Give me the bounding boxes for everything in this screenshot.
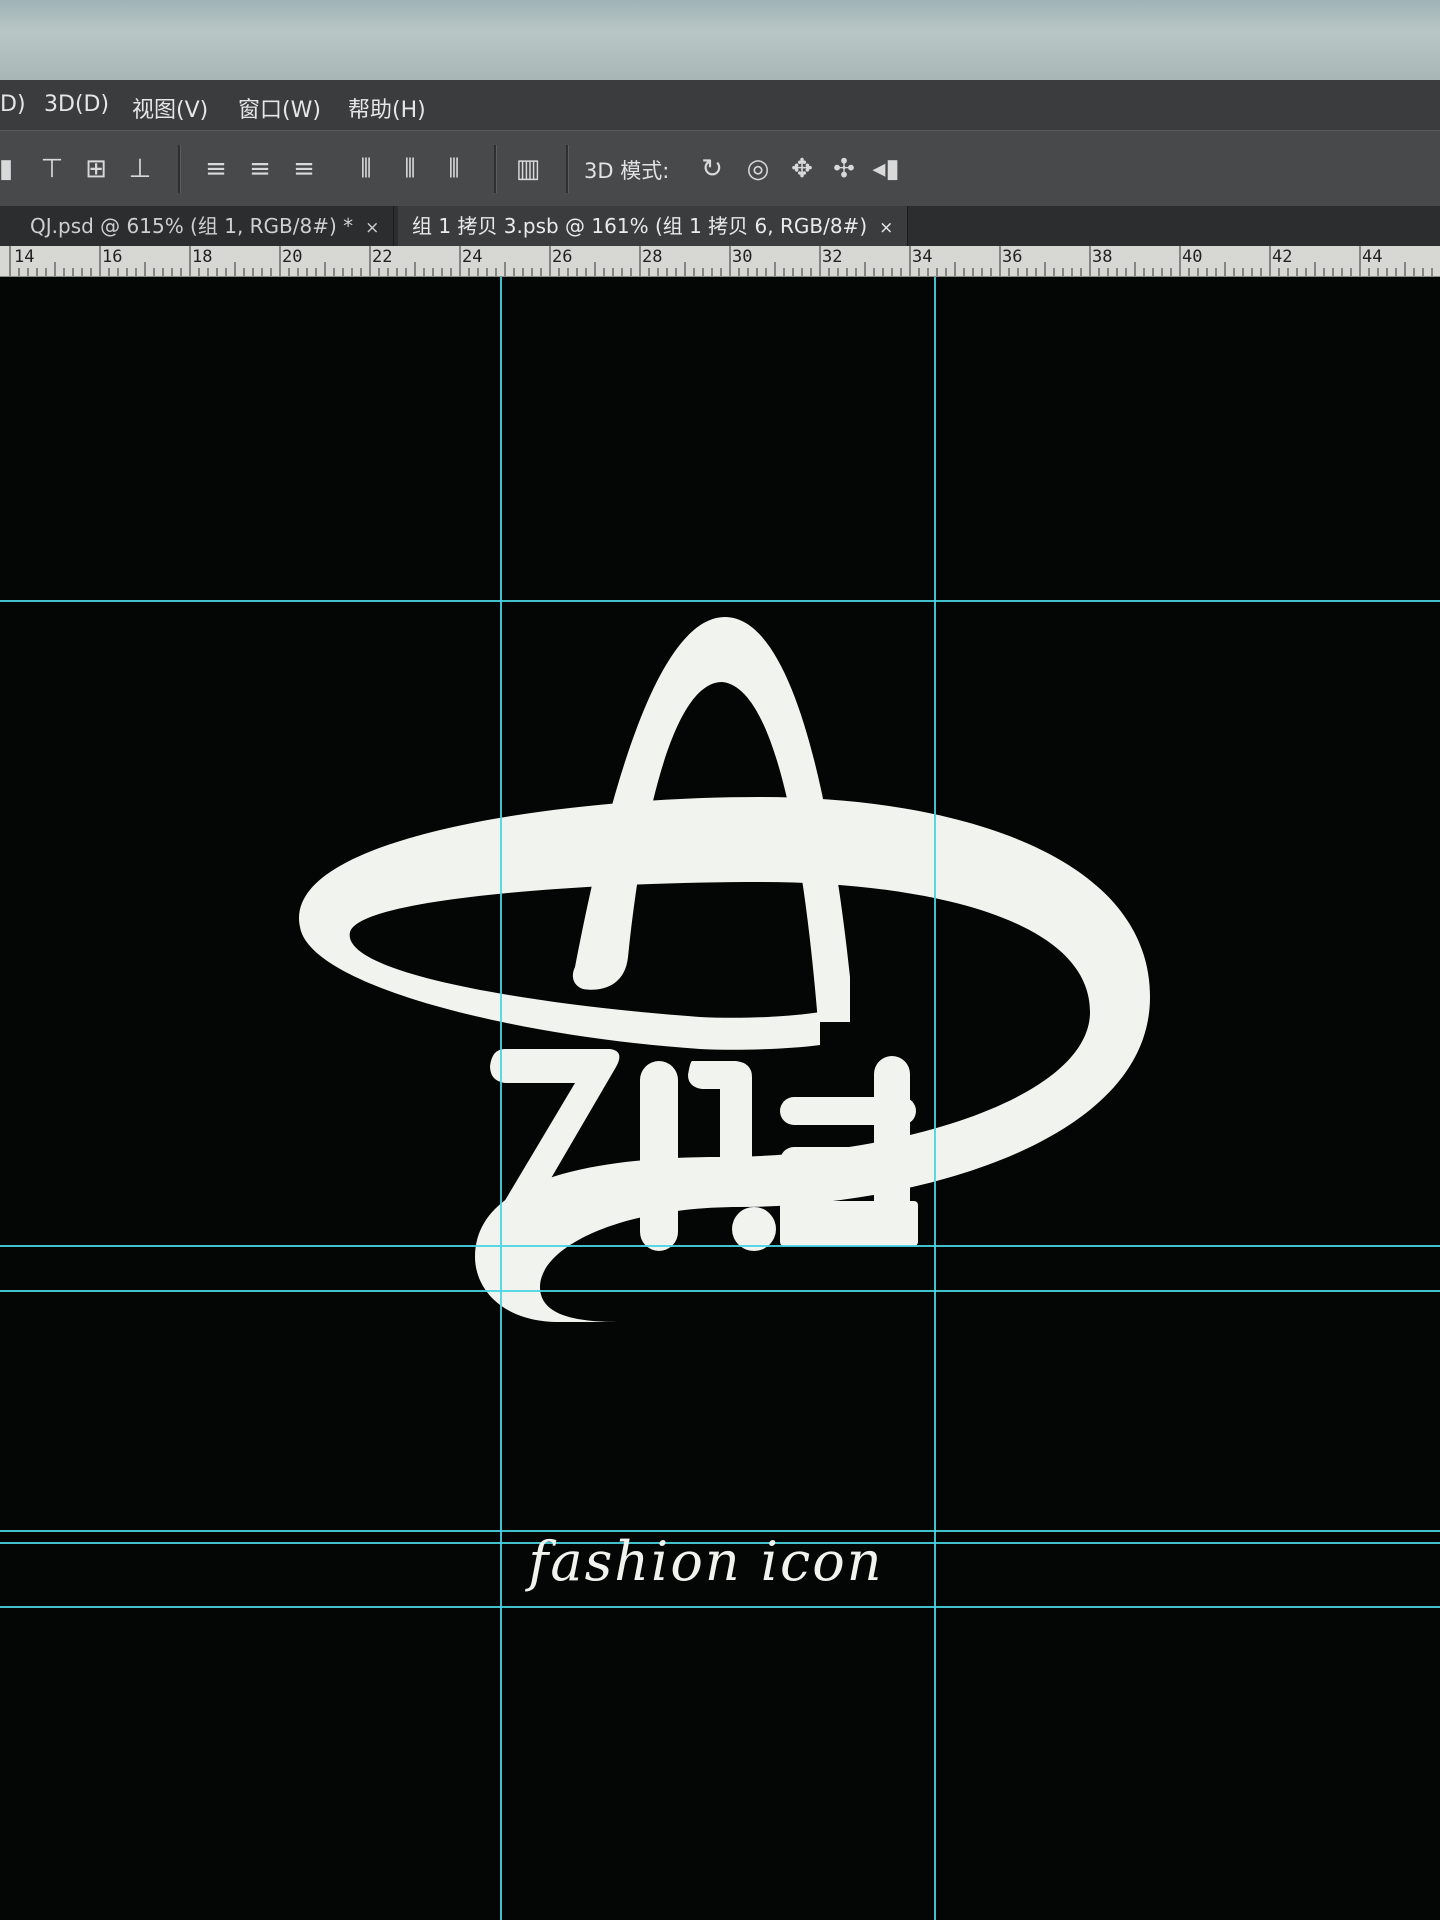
logo-wordmark: fashion icon — [528, 1530, 884, 1593]
menu-item-help[interactable]: 帮助(H) — [348, 92, 426, 124]
separator — [566, 145, 569, 193]
menu-item-window[interactable]: 窗口(W) — [238, 92, 321, 124]
ruler-label: 44 — [1362, 247, 1383, 267]
close-icon[interactable]: × — [365, 218, 379, 238]
align-vcenter-icon[interactable]: ⊞ — [80, 153, 112, 185]
ruler-label: 36 — [1002, 247, 1023, 267]
document-tab-bar: QJ.psd @ 615% (组 1, RGB/8#) * × 组 1 拷贝 3.… — [0, 206, 1440, 246]
logo-mark — [298, 617, 1150, 1322]
ruler-label: 22 — [372, 247, 393, 267]
3d-mode-label: 3D 模式: — [584, 159, 670, 183]
horizontal-ruler[interactable]: 14 16 18 20 22 24 26 28 30 32 34 36 38 4… — [0, 246, 1440, 277]
ruler-label: 40 — [1182, 247, 1203, 267]
tab-label: 组 1 拷贝 3.psb @ 161% (组 1 拷贝 6, RGB/8#) — [412, 214, 868, 238]
tab-group-copy-psb[interactable]: 组 1 拷贝 3.psb @ 161% (组 1 拷贝 6, RGB/8#) × — [398, 206, 909, 246]
vertical-guide[interactable] — [934, 277, 936, 1920]
ruler-label: 26 — [552, 247, 573, 267]
align-partial-icon[interactable]: ▮ — [0, 153, 13, 185]
distribute-top-icon[interactable]: ≡ — [200, 153, 232, 185]
horizontal-guide[interactable] — [0, 1606, 1440, 1608]
slide-3d-icon[interactable]: ✣ — [826, 153, 862, 185]
ruler-ticks — [9, 246, 1433, 276]
menu-item-3d[interactable]: 3D(D) — [44, 92, 109, 117]
ruler-label: 32 — [822, 247, 843, 267]
options-bar: ▮ ⊤ ⊞ ⊥ ≡ ≡ ≡ ⫴ ⫴ ⫴ ▥ 3D 模式: ↻ ◎ ✥ ✣ ◂▮ — [0, 130, 1440, 208]
menu-item-partial[interactable]: D) — [0, 92, 26, 117]
distribute-bottom-icon[interactable]: ≡ — [288, 153, 320, 185]
distribute-vcenter-icon[interactable]: ≡ — [244, 153, 276, 185]
ruler-label: 30 — [732, 247, 753, 267]
align-bottom-icon[interactable]: ⊥ — [124, 153, 156, 185]
distribute-hcenter-icon[interactable]: ⫴ — [394, 153, 426, 185]
ruler-label: 34 — [912, 247, 933, 267]
distribute-right-icon[interactable]: ⫴ — [438, 153, 470, 185]
scale-3d-icon[interactable]: ◂▮ — [868, 153, 904, 185]
horizontal-guide[interactable] — [0, 600, 1440, 602]
rotate-3d-icon[interactable]: ↻ — [694, 153, 730, 185]
roll-3d-icon[interactable]: ◎ — [740, 153, 776, 185]
ruler-label: 20 — [282, 247, 303, 267]
vertical-guide[interactable] — [500, 277, 502, 1920]
logo-graphic — [298, 617, 1150, 1322]
ruler-label: 16 — [102, 247, 123, 267]
document-canvas[interactable] — [0, 277, 1440, 1920]
distribute-left-icon[interactable]: ⫴ — [350, 153, 382, 185]
ruler-label: 28 — [642, 247, 663, 267]
horizontal-guide[interactable] — [0, 1245, 1440, 1247]
separator — [494, 145, 497, 193]
tab-qj-psd[interactable]: QJ.psd @ 615% (组 1, RGB/8#) * × — [16, 206, 395, 246]
ruler-label: 24 — [462, 247, 483, 267]
separator — [178, 145, 181, 193]
menu-item-view[interactable]: 视图(V) — [132, 92, 208, 124]
menu-bar: D) 3D(D) 视图(V) 窗口(W) 帮助(H) — [0, 80, 1440, 130]
align-top-icon[interactable]: ⊤ — [36, 153, 68, 185]
ruler-label: 42 — [1272, 247, 1293, 267]
ruler-label: 14 — [14, 247, 35, 267]
ruler-label: 18 — [192, 247, 213, 267]
close-icon[interactable]: × — [879, 218, 893, 238]
drag-3d-icon[interactable]: ✥ — [784, 153, 820, 185]
horizontal-guide[interactable] — [0, 1290, 1440, 1292]
tab-label: QJ.psd @ 615% (组 1, RGB/8#) * — [30, 214, 354, 238]
monitor-bezel — [0, 0, 1440, 80]
auto-align-icon[interactable]: ▥ — [510, 153, 546, 185]
ruler-label: 38 — [1092, 247, 1113, 267]
